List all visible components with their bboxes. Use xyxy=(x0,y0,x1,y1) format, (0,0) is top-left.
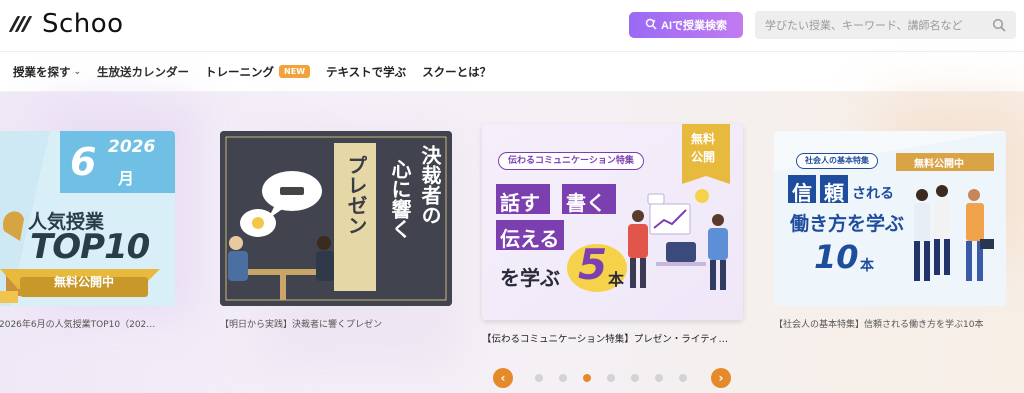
nav-text-learning-label: テキストで学ぶ xyxy=(326,64,407,79)
logo-mark-icon xyxy=(8,12,34,36)
schoo-logo[interactable]: Schoo xyxy=(8,9,124,39)
thumb-badge: 無料公開中 xyxy=(54,275,115,289)
thumb-box1: 信 xyxy=(792,181,812,205)
card-caption[interactable]: 【明日から実践】決裁者に響くプレゼン xyxy=(220,317,452,330)
thumb-count-unit: 本 xyxy=(608,270,625,289)
thumb-month-number: 6 xyxy=(70,140,97,184)
nav-find-classes[interactable]: 授業を探す ⌄ xyxy=(13,64,81,80)
thumb-ribbon-line2: 公開 xyxy=(691,150,716,164)
thumb-col2: 心に響く xyxy=(388,159,412,239)
card-caption[interactable]: 【伝わるコミュニケーション特集】プレゼン・ライティ… xyxy=(482,331,743,345)
ai-search-button[interactable]: AIで授業検索 xyxy=(629,12,743,38)
card-thumbnail[interactable]: 決裁者の 心に響く プレゼン xyxy=(220,131,452,306)
card-caption[interactable]: 【社会人の基本特集】信頼される働き方を学ぶ10本 xyxy=(774,317,1019,330)
carousel-dot[interactable] xyxy=(607,374,615,382)
thumb-line2: 働き方を学ぶ xyxy=(790,213,905,235)
search-box xyxy=(755,11,1016,39)
nav-text-learning[interactable]: テキストで学ぶ xyxy=(326,64,406,80)
card-caption[interactable]: 】2026年6月の人気授業TOP10（202… xyxy=(0,317,185,330)
thumb-count: 5 xyxy=(578,240,608,289)
nav-find-classes-label: 授業を探す xyxy=(13,64,71,79)
card-thumbnail[interactable]: 2026 6 月 人気授業 TOP10 無料公開中 xyxy=(0,131,175,306)
site-header: Schoo AIで授業検索 xyxy=(0,0,1024,50)
thumb-tag: 伝わるコミュニケーション特集 xyxy=(498,152,644,170)
thumb-word1: 話す xyxy=(500,191,540,215)
chevron-down-icon: ⌄ xyxy=(73,66,82,77)
card-thumbnail[interactable]: 社会人の基本特集 無料公開中 信 頼 される 働き方を学ぶ 10 本 xyxy=(774,131,1006,306)
thumb-line1-rest: される xyxy=(852,186,894,202)
thumb-col3: プレゼン xyxy=(344,155,368,235)
carousel-dot[interactable] xyxy=(655,374,663,382)
thumb-year: 2026 xyxy=(108,137,156,157)
main-nav: 授業を探す ⌄ 生放送カレンダー トレーニング NEW テキストで学ぶ スクーと… xyxy=(0,51,1024,91)
thumb-badge: 無料公開中 xyxy=(914,159,964,170)
thumb-line2: TOP10 xyxy=(30,227,150,267)
nav-training[interactable]: トレーニング NEW xyxy=(205,64,311,80)
carousel-pager: ‹ › xyxy=(493,368,733,388)
thumb-ribbon-line1: 無料 xyxy=(691,132,716,146)
carousel-dot-active[interactable] xyxy=(583,374,591,382)
carousel-dot[interactable] xyxy=(535,374,543,382)
thumb-count-unit: 本 xyxy=(860,258,874,274)
ai-search-icon xyxy=(645,18,657,33)
thumb-count: 10 xyxy=(814,238,859,276)
thumb-word2: 書く xyxy=(566,191,606,215)
thumb-suffix: を学ぶ xyxy=(500,266,560,290)
ai-search-label: AIで授業検索 xyxy=(661,20,727,32)
thumb-word3: 伝える xyxy=(500,227,560,251)
thumb-box2: 頼 xyxy=(824,181,844,205)
nav-live-calendar-label: 生放送カレンダー xyxy=(97,64,190,79)
chevron-right-icon[interactable]: › xyxy=(711,368,731,388)
carousel-dot[interactable] xyxy=(679,374,687,382)
chevron-left-icon[interactable]: ‹ xyxy=(493,368,513,388)
nav-about-schoo-label: スクーとは？ xyxy=(422,64,492,79)
search-icon[interactable] xyxy=(992,18,1006,32)
search-input[interactable] xyxy=(755,11,980,39)
nav-live-calendar[interactable]: 生放送カレンダー xyxy=(97,64,189,80)
thumb-col1: 決裁者の xyxy=(418,145,442,225)
card-thumbnail[interactable]: 伝わるコミュニケーション特集 無料 公開 話す 書く 伝える を学ぶ 5 本 xyxy=(482,124,743,320)
carousel-dot[interactable] xyxy=(631,374,639,382)
nav-training-label: トレーニング xyxy=(205,64,275,79)
carousel-dot[interactable] xyxy=(559,374,567,382)
new-badge: NEW xyxy=(279,65,311,78)
thumb-tag: 社会人の基本特集 xyxy=(796,153,878,169)
logo-text: Schoo xyxy=(42,9,124,39)
thumb-month-unit: 月 xyxy=(118,169,135,188)
nav-about-schoo[interactable]: スクーとは？ xyxy=(422,64,491,80)
